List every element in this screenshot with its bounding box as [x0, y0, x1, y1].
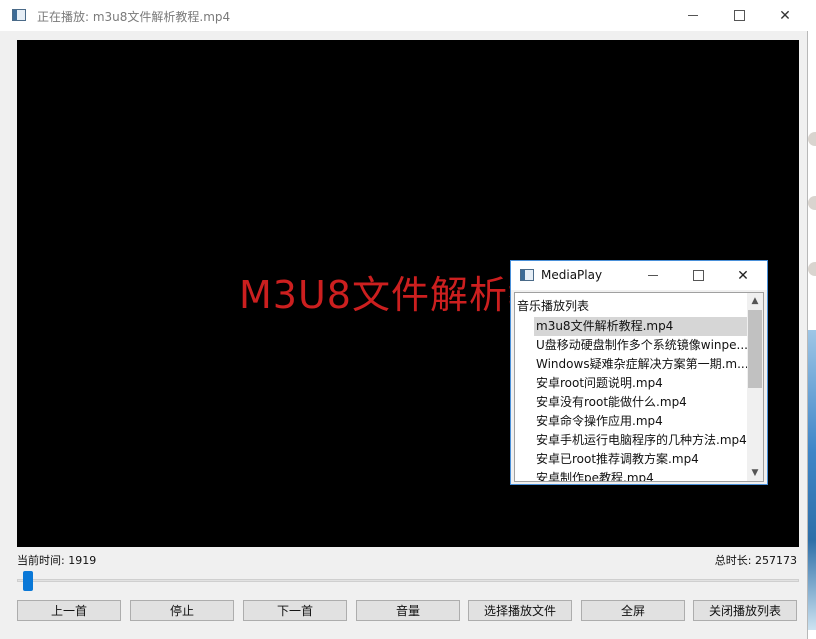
close-playlist-button[interactable]: 关闭播放列表 [693, 600, 797, 621]
current-time-label: 当前时间: 1919 [17, 554, 97, 567]
title-bar[interactable]: 正在播放: m3u8文件解析教程.mp4 ✕ [0, 0, 808, 31]
minimize-icon [688, 15, 698, 16]
playlist-header[interactable]: 音乐播放列表 [517, 297, 589, 314]
progress-slider[interactable] [17, 570, 799, 592]
maximize-icon [692, 270, 704, 281]
scroll-down-icon[interactable]: ▼ [747, 465, 763, 481]
playlist-dialog: MediaPlay ✕ 音乐播放列表 m3u8文件解析教程.mp4 U盘移动硬盘… [510, 260, 768, 485]
maximize-icon [733, 10, 745, 21]
maximize-button[interactable] [716, 0, 762, 31]
playlist-item[interactable]: Windows疑难杂症解决方案第一期.m... [534, 355, 750, 374]
dialog-app-icon [520, 269, 534, 281]
desktop-item [808, 132, 816, 146]
scroll-up-icon[interactable]: ▲ [747, 293, 763, 309]
playlist-item[interactable]: m3u8文件解析教程.mp4 [534, 317, 750, 336]
video-overlay-text: M3U8文件解析教 [239, 273, 547, 317]
control-buttons: 上一首 停止 下一首 音量 选择播放文件 全屏 关闭播放列表 [17, 600, 799, 621]
playlist-items: m3u8文件解析教程.mp4 U盘移动硬盘制作多个系统镜像winpe... Wi… [534, 317, 750, 481]
next-button[interactable]: 下一首 [243, 600, 347, 621]
volume-button[interactable]: 音量 [356, 600, 460, 621]
dialog-close-button[interactable]: ✕ [721, 261, 765, 290]
slider-groove[interactable] [17, 579, 799, 582]
fullscreen-button[interactable]: 全屏 [581, 600, 685, 621]
dialog-title-bar[interactable]: MediaPlay ✕ [511, 261, 767, 290]
close-icon: ✕ [737, 267, 749, 284]
stop-button[interactable]: 停止 [130, 600, 234, 621]
app-icon [12, 9, 26, 21]
slider-thumb[interactable] [23, 571, 33, 591]
playlist-item[interactable]: 安卓制作pe教程.mp4 [534, 469, 750, 481]
playlist-item[interactable]: 安卓root问题说明.mp4 [534, 374, 750, 393]
desktop-wallpaper [808, 330, 816, 630]
select-file-button[interactable]: 选择播放文件 [468, 600, 572, 621]
dialog-title: MediaPlay [541, 268, 603, 282]
minimize-button[interactable] [670, 0, 716, 31]
window-title: 正在播放: m3u8文件解析教程.mp4 [37, 10, 231, 24]
playlist-item[interactable]: 安卓没有root能做什么.mp4 [534, 393, 750, 412]
dialog-minimize-button[interactable] [631, 261, 675, 290]
close-icon: ✕ [779, 7, 791, 24]
playlist-item[interactable]: 安卓已root推荐调教方案.mp4 [534, 450, 750, 469]
dialog-maximize-button[interactable] [676, 261, 720, 290]
desktop-item [808, 262, 816, 276]
playlist-item[interactable]: U盘移动硬盘制作多个系统镜像winpe... [534, 336, 750, 355]
playlist-item[interactable]: 安卓手机运行电脑程序的几种方法.mp4 [534, 431, 750, 450]
total-time-label: 总时长: 257173 [714, 554, 797, 567]
prev-button[interactable]: 上一首 [17, 600, 121, 621]
scrollbar-thumb[interactable] [748, 310, 762, 388]
desktop-background [808, 0, 816, 639]
playlist-scrollbar[interactable]: ▲ ▼ [747, 293, 763, 481]
close-button[interactable]: ✕ [762, 0, 808, 31]
desktop-item [808, 196, 816, 210]
minimize-icon [648, 275, 658, 276]
playlist-item[interactable]: 安卓命令操作应用.mp4 [534, 412, 750, 431]
playlist-tree[interactable]: 音乐播放列表 m3u8文件解析教程.mp4 U盘移动硬盘制作多个系统镜像winp… [514, 292, 764, 482]
